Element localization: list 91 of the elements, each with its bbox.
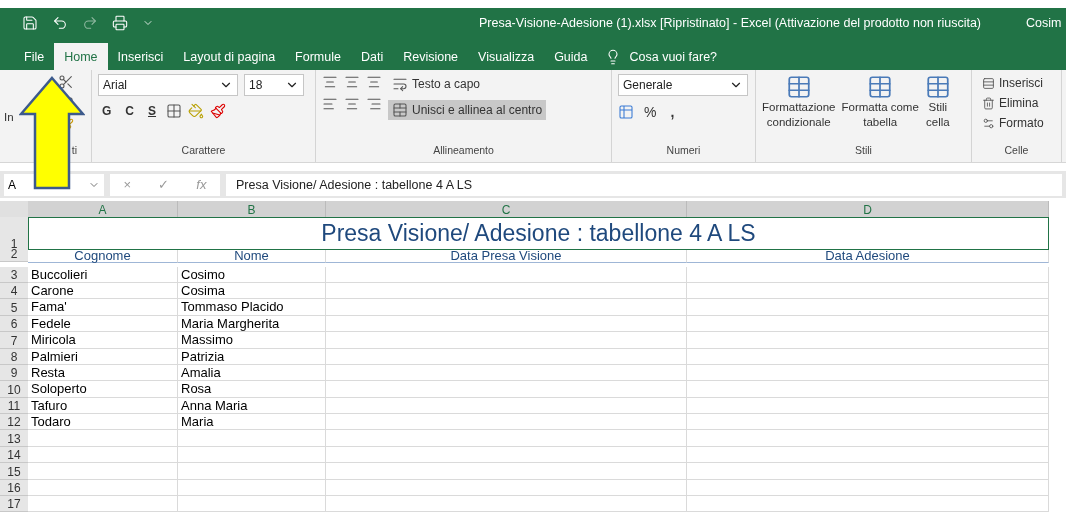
group-label: Allineamento: [432, 144, 495, 158]
wrap-text-icon: [392, 76, 408, 92]
row-number: 5: [0, 299, 28, 316]
table-cell: Miricola: [28, 332, 178, 349]
borders-icon: [166, 103, 183, 119]
table-cell: Amalia: [178, 364, 326, 382]
group-label: Carattere: [180, 144, 227, 158]
fill-color-icon: [188, 103, 205, 119]
row-number: 13: [0, 430, 28, 447]
table-cell: Soloperto: [28, 381, 178, 398]
cells-button[interactable]: Elimina: [978, 94, 1048, 112]
group-label: Celle: [1003, 144, 1030, 158]
align-left-icon: [322, 96, 338, 112]
header-cell: Data Adesione: [687, 250, 1049, 264]
row-number: 12: [0, 414, 28, 431]
table-style-icon: [924, 74, 951, 100]
save-icon: [22, 15, 38, 31]
table-cell: Carone: [28, 282, 178, 300]
window-title: Presa-Visione-Adesione (1).xlsx [Ripristinato] - Excel (Attivazione del prodotto non riuscita): [477, 16, 983, 30]
align-center-icon: [344, 96, 360, 112]
group-label: Stili: [854, 144, 873, 158]
cells-icon: [982, 96, 995, 110]
ribbon-tab[interactable]: Layout di pagina: [173, 43, 286, 70]
table-cell: Rosa: [178, 381, 326, 398]
user-name: Cosim: [1026, 16, 1063, 30]
cells-icon: [982, 116, 995, 130]
table-cell: Fedele: [28, 315, 178, 333]
cells-button[interactable]: Formato: [978, 114, 1048, 132]
ribbon-tab[interactable]: Formule: [285, 43, 351, 70]
align-middle-icon: [344, 74, 360, 90]
table-cell: Buccolieri: [28, 266, 178, 283]
ribbon-tab[interactable]: Visualizza: [468, 43, 545, 70]
table-cell: Tommaso Placido: [178, 299, 326, 316]
paste-button[interactable]: In: [4, 110, 14, 124]
align-top-icon: [322, 74, 338, 90]
group-label: Numeri: [665, 144, 702, 158]
title-cell: Presa Visione/ Adesione : tabellone 4 A LS: [28, 217, 1049, 251]
table-cell: Maria Margherita: [178, 315, 326, 333]
row-number: 7: [0, 332, 28, 349]
table-cell: Fama': [28, 299, 178, 316]
table-cell: Anna Maria: [178, 397, 326, 415]
table-cell: Cosima: [178, 282, 326, 300]
ribbon-tab[interactable]: Revisione: [393, 43, 469, 70]
table-cell: Palmieri: [28, 348, 178, 365]
ribbon-tab[interactable]: Home: [54, 43, 108, 70]
italic-button[interactable]: C: [121, 102, 138, 120]
table-style-icon: [785, 74, 812, 100]
ribbon-tab[interactable]: Inserisci: [107, 43, 174, 70]
bold-button[interactable]: G: [98, 102, 116, 120]
ribbon-tab[interactable]: Dati: [350, 43, 394, 70]
underline-button[interactable]: S: [144, 102, 161, 120]
style-button[interactable]: Formattazione condizionale: [762, 74, 836, 144]
row-number: 15: [0, 463, 28, 480]
header-cell: Cognome: [28, 250, 178, 264]
percent-button[interactable]: %: [640, 102, 661, 122]
header-cell: Data Presa Visione: [326, 250, 687, 264]
table-cell: Todaro: [28, 414, 178, 431]
merge-icon: [392, 102, 408, 118]
font-color-icon: [210, 103, 227, 119]
undo-icon: [52, 15, 68, 31]
group-label: ti: [70, 144, 78, 158]
wrap-text-button[interactable]: Testo a capo: [388, 74, 547, 94]
comma-button[interactable]: ,: [666, 102, 679, 122]
redo-icon: [82, 15, 98, 31]
table-cell: Patrizia: [178, 348, 326, 365]
header-cell: Nome: [178, 250, 326, 264]
table-cell: Maria: [178, 414, 326, 431]
table-cell: Tafuro: [28, 397, 178, 415]
align-bottom-icon: [366, 74, 382, 90]
table-cell: Cosimo: [178, 266, 326, 283]
tell-me-field[interactable]: Cosa vuoi fare?: [605, 43, 718, 70]
cells-button[interactable]: Inserisci: [978, 74, 1048, 92]
scissors-icon: [57, 74, 74, 90]
merge-center-button[interactable]: Unisci e allinea al centro: [388, 100, 547, 120]
printer-icon: [112, 15, 128, 31]
style-button[interactable]: Stili cella: [924, 74, 951, 144]
ribbon-tab[interactable]: Guida: [544, 43, 598, 70]
style-button[interactable]: Formatta come tabella: [841, 74, 919, 144]
table-style-icon: [867, 74, 894, 100]
number-format-field[interactable]: Generale: [618, 74, 748, 96]
row-number: 17: [0, 496, 28, 513]
row-number: 10: [0, 381, 28, 398]
row-number: 3: [0, 266, 28, 283]
font-size-field[interactable]: 18: [244, 74, 304, 96]
table-cell: Resta: [28, 364, 178, 382]
font-name-field[interactable]: Arial: [98, 74, 238, 96]
align-right-icon: [366, 96, 382, 112]
formula-field[interactable]: Presa Visione/ Adesione : tabellone 4 A LS: [226, 173, 1062, 196]
ribbon-tab[interactable]: File: [14, 43, 55, 70]
cells-icon: [982, 76, 995, 90]
table-cell: Massimo: [178, 332, 326, 349]
